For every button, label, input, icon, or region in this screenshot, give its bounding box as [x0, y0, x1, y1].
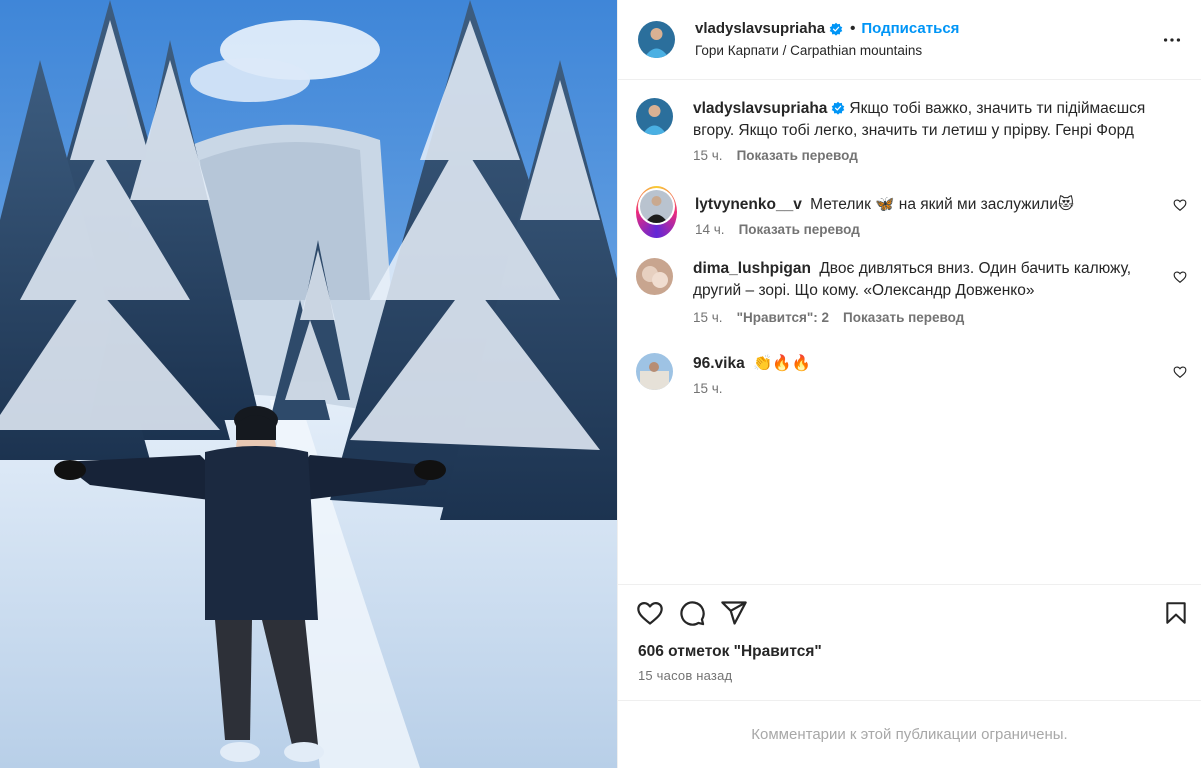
comment-translate-button[interactable]: Показать перевод [739, 222, 860, 238]
comment-time[interactable]: 15 ч. [693, 381, 723, 397]
story-ring[interactable] [636, 186, 677, 238]
comment-item: lytvynenko__v Метелик 🦋 на який ми заслу… [636, 186, 1187, 238]
author-avatar[interactable] [638, 21, 675, 58]
share-icon [721, 600, 747, 625]
story-ring-inner [638, 188, 675, 225]
separator-dot: • [850, 20, 856, 37]
post-photo[interactable] [0, 0, 617, 768]
comment-body: lytvynenko__v Метелик 🦋 на який ми заслу… [695, 186, 1185, 238]
comment-body: 96.vika 👏🔥🔥 15 ч. [693, 353, 1185, 397]
comment-username[interactable]: lytvynenko__v [695, 196, 802, 213]
caption-meta: 15 ч. Показать перевод [693, 148, 1151, 164]
caption-text-line: vladyslavsupriaha Якщо тобі важко, значи… [693, 98, 1151, 142]
comment-username[interactable]: dima_lushpigan [693, 260, 811, 277]
comment-like-heart-icon[interactable] [1173, 198, 1187, 212]
comment-meta: 15 ч. [693, 381, 1151, 397]
commenter-avatar[interactable] [636, 258, 673, 295]
comment-icon [680, 600, 705, 626]
more-icon[interactable] [1161, 29, 1183, 51]
comment-body: dima_lushpigan Двоє дивляться вниз. Один… [693, 258, 1185, 326]
commenter-avatar [640, 190, 673, 223]
caption-translate-button[interactable]: Показать перевод [737, 148, 858, 164]
snowy-forest-photo [0, 0, 617, 768]
comment-text: Метелик 🦋 на який ми заслужили😻 [810, 196, 1075, 213]
comment-like-heart-icon[interactable] [1173, 270, 1187, 284]
comment-text: 👏🔥🔥 [753, 355, 811, 372]
header-text: vladyslavsupriaha • Подписаться Гори Кар… [695, 20, 959, 59]
comment-meta: 15 ч. "Нравится": 2 Показать перевод [693, 310, 1151, 326]
heart-icon [637, 601, 663, 625]
post-time[interactable]: 15 часов назад [618, 662, 1201, 683]
commenter-avatar[interactable] [636, 353, 673, 390]
comment-username[interactable]: 96.vika [693, 355, 745, 372]
save-button[interactable] [1163, 600, 1189, 629]
post-actions-bar [618, 584, 1201, 640]
verified-badge-icon [829, 22, 843, 36]
follow-button[interactable]: Подписаться [861, 20, 959, 38]
location-link[interactable]: Гори Карпати / Carpathian mountains [695, 43, 959, 59]
comment-text-line: 96.vika 👏🔥🔥 [693, 353, 1151, 375]
post-header: vladyslavsupriaha • Подписаться Гори Кар… [618, 0, 1201, 80]
author-username[interactable]: vladyslavsupriaha [695, 20, 825, 38]
verified-badge-icon [832, 101, 845, 115]
comments-list[interactable]: vladyslavsupriaha Якщо тобі важко, значи… [618, 80, 1201, 584]
comment-item: 96.vika 👏🔥🔥 15 ч. [636, 353, 1187, 397]
likes-count[interactable]: 606 отметок "Нравится" [618, 640, 1201, 662]
caption-username[interactable]: vladyslavsupriaha [693, 100, 827, 117]
comment-time[interactable]: 14 ч. [695, 222, 725, 238]
like-button[interactable] [636, 599, 664, 627]
comment-meta: 14 ч. Показать перевод [695, 222, 1151, 238]
post-side-panel: vladyslavsupriaha • Подписаться Гори Кар… [617, 0, 1201, 768]
caption-body: vladyslavsupriaha Якщо тобі важко, значи… [693, 98, 1185, 164]
comment-text-line: dima_lushpigan Двоє дивляться вниз. Один… [693, 258, 1151, 302]
comment-item: dima_lushpigan Двоє дивляться вниз. Один… [636, 258, 1187, 326]
caption-avatar[interactable] [636, 98, 673, 135]
share-button[interactable] [720, 599, 748, 627]
comment-time[interactable]: 15 ч. [693, 310, 723, 326]
caption: vladyslavsupriaha Якщо тобі важко, значи… [636, 98, 1185, 164]
bookmark-icon [1166, 602, 1186, 624]
caption-time[interactable]: 15 ч. [693, 148, 723, 164]
comments-restricted-notice: Комментарии к этой публикации ограничены… [618, 700, 1201, 768]
comment-likes-count[interactable]: "Нравится": 2 [737, 310, 829, 326]
header-line: vladyslavsupriaha • Подписаться [695, 20, 959, 38]
comment-button[interactable] [678, 599, 706, 627]
comment-translate-button[interactable]: Показать перевод [843, 310, 964, 326]
post-dialog: vladyslavsupriaha • Подписаться Гори Кар… [0, 0, 1201, 768]
comment-like-heart-icon[interactable] [1173, 365, 1187, 379]
comment-text-line: lytvynenko__v Метелик 🦋 на який ми заслу… [695, 194, 1151, 216]
